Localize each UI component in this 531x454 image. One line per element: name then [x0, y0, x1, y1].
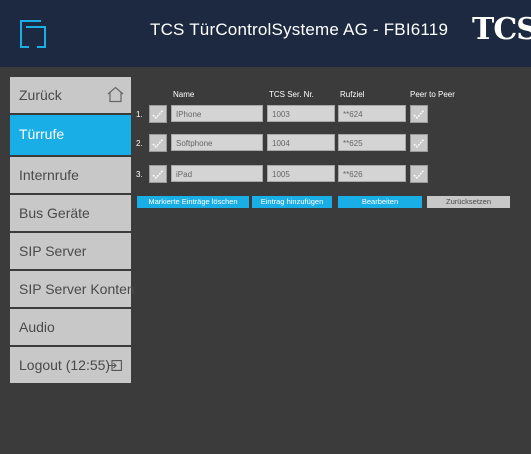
sidebar-item-label: SIP Server — [19, 243, 87, 259]
row-select-checkbox[interactable] — [149, 134, 167, 152]
sidebar-item-label: Internrufe — [19, 167, 79, 183]
row-number: 2. — [136, 139, 143, 148]
p2p-checkbox[interactable] — [410, 105, 428, 123]
name-field[interactable]: Softphone — [171, 134, 263, 151]
sidebar-item-label: Bus Geräte — [19, 205, 90, 221]
serial-field[interactable]: 1004 — [267, 134, 335, 151]
p2p-checkbox[interactable] — [410, 134, 428, 152]
check-icon — [152, 109, 164, 119]
add-entry-button[interactable]: Eintrag hinzufügen — [252, 196, 332, 208]
name-field[interactable]: iPad — [171, 165, 263, 182]
sidebar-item-label: Logout (12:55) — [19, 357, 111, 373]
call-target-field[interactable]: **625 — [338, 134, 406, 151]
sidebar-item-door-calls[interactable]: Türrufe — [10, 115, 131, 155]
sidebar-item-back[interactable]: Zurück — [10, 77, 131, 113]
edit-button[interactable]: Bearbeiten — [338, 196, 422, 208]
table-row: 3. iPad 1005 **626 — [133, 165, 433, 187]
delete-selected-button[interactable]: Markierte Einträge löschen — [137, 196, 249, 208]
brand-logo: TCS — [472, 12, 531, 47]
sidebar-item-sip-server-accounts[interactable]: SIP Server Konten — [10, 271, 135, 307]
sidebar-item-label: Zurück — [19, 87, 62, 103]
logout-icon — [109, 360, 122, 371]
table-row: 1. IPhone 1003 **624 — [133, 105, 433, 127]
sidebar-item-label: Türrufe — [19, 126, 65, 142]
column-header-name: Name — [173, 90, 195, 99]
check-icon — [413, 169, 425, 179]
sidebar-item-logout[interactable]: Logout (12:55) — [10, 347, 131, 383]
column-header-serial: TCS Ser. Nr. — [269, 90, 314, 99]
check-icon — [413, 138, 425, 148]
row-select-checkbox[interactable] — [149, 165, 167, 183]
row-select-checkbox[interactable] — [149, 105, 167, 123]
name-field[interactable]: IPhone — [171, 105, 263, 122]
column-header-target: Rufziel — [340, 90, 365, 99]
call-target-field[interactable]: **624 — [338, 105, 406, 122]
sidebar-item-label: Audio — [19, 319, 55, 335]
check-icon — [152, 138, 164, 148]
row-number: 3. — [136, 170, 143, 179]
app-header: TCS TürControlSysteme AG - FBI6119 TCS — [0, 0, 531, 67]
check-icon — [413, 109, 425, 119]
page-title: TCS TürControlSysteme AG - FBI6119 — [150, 20, 449, 39]
sidebar-item-internal-calls[interactable]: Internrufe — [10, 157, 131, 193]
row-number: 1. — [136, 110, 143, 119]
app-logo-icon — [20, 20, 46, 48]
table-row: 2. Softphone 1004 **625 — [133, 134, 433, 156]
serial-field[interactable]: 1005 — [267, 165, 335, 182]
check-icon — [152, 169, 164, 179]
sidebar-item-label: SIP Server Konten — [19, 281, 135, 297]
p2p-checkbox[interactable] — [410, 165, 428, 183]
home-icon — [107, 86, 124, 103]
sidebar-item-audio[interactable]: Audio — [10, 309, 131, 345]
reset-button[interactable]: Zurücksetzen — [427, 196, 510, 208]
sidebar-item-bus-devices[interactable]: Bus Geräte — [10, 195, 131, 231]
serial-field[interactable]: 1003 — [267, 105, 335, 122]
sidebar-item-sip-server[interactable]: SIP Server — [10, 233, 131, 269]
call-target-field[interactable]: **626 — [338, 165, 406, 182]
sidebar: Zurück Türrufe Internrufe Bus Geräte SIP… — [10, 77, 135, 385]
column-header-p2p: Peer to Peer — [410, 90, 455, 99]
